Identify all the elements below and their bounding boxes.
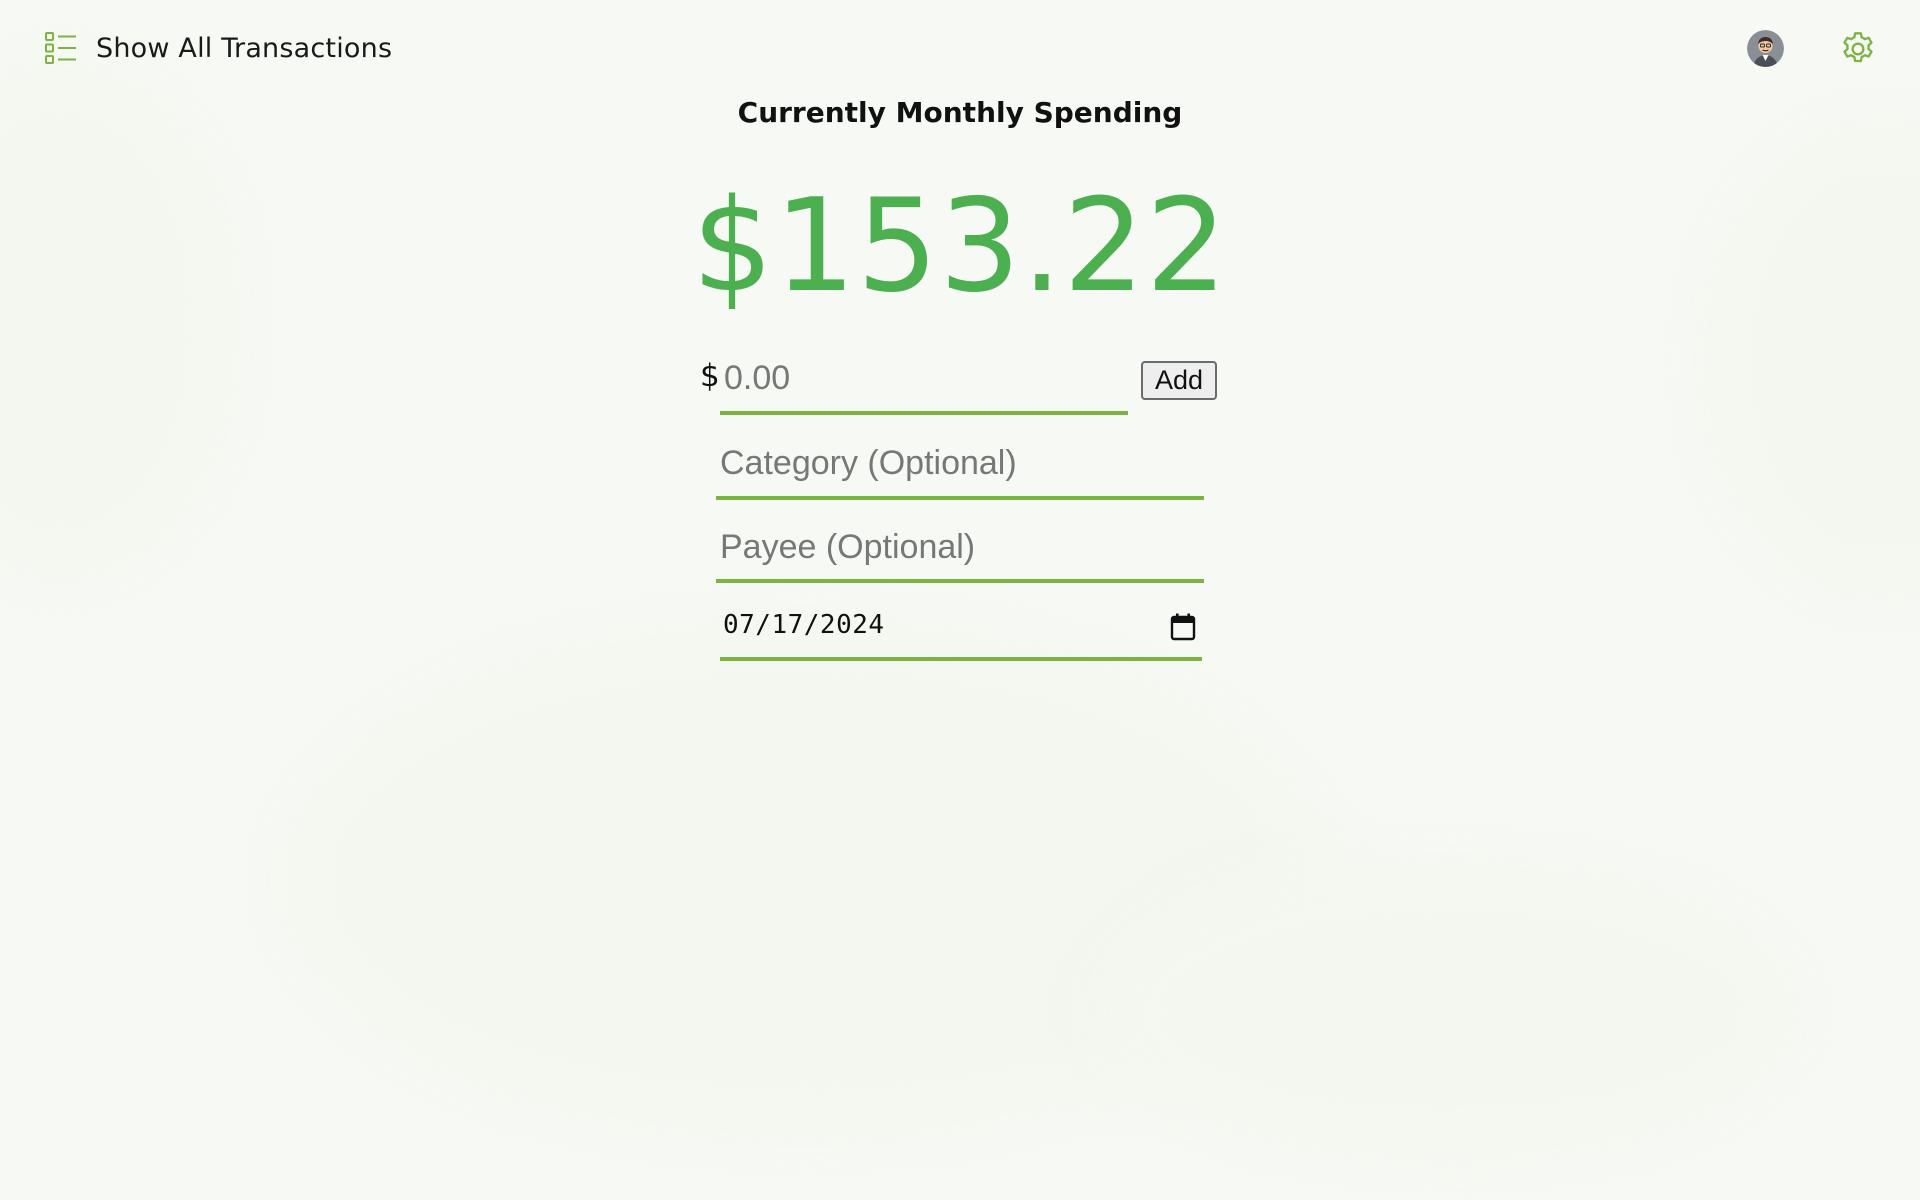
list-icon [44,31,78,65]
show-all-transactions-button[interactable]: Show All Transactions [44,28,392,68]
category-input[interactable] [716,438,1204,488]
amount-input[interactable] [720,354,1120,402]
amount-underline [720,411,1128,415]
add-button[interactable]: Add [1141,361,1217,400]
user-avatar[interactable] [1747,30,1784,67]
date-value: 07/17/2024 [723,610,885,640]
calendar-icon[interactable] [1169,612,1197,642]
settings-button[interactable] [1838,29,1878,69]
currency-symbol: $ [700,358,720,394]
monthly-spending-amount: $153.22 [691,172,1229,321]
gear-icon [1843,32,1873,63]
page-title: Currently Monthly Spending [737,96,1183,129]
payee-input[interactable] [716,522,1204,572]
payee-underline [716,579,1204,583]
category-underline [716,496,1204,500]
background-shape [1100,860,1800,1160]
app-screen: Show All Transactions Currently Monthly … [0,0,1920,1200]
date-underline [720,657,1202,661]
show-all-transactions-label: Show All Transactions [96,32,393,64]
date-input[interactable]: 07/17/2024 [720,604,1202,652]
